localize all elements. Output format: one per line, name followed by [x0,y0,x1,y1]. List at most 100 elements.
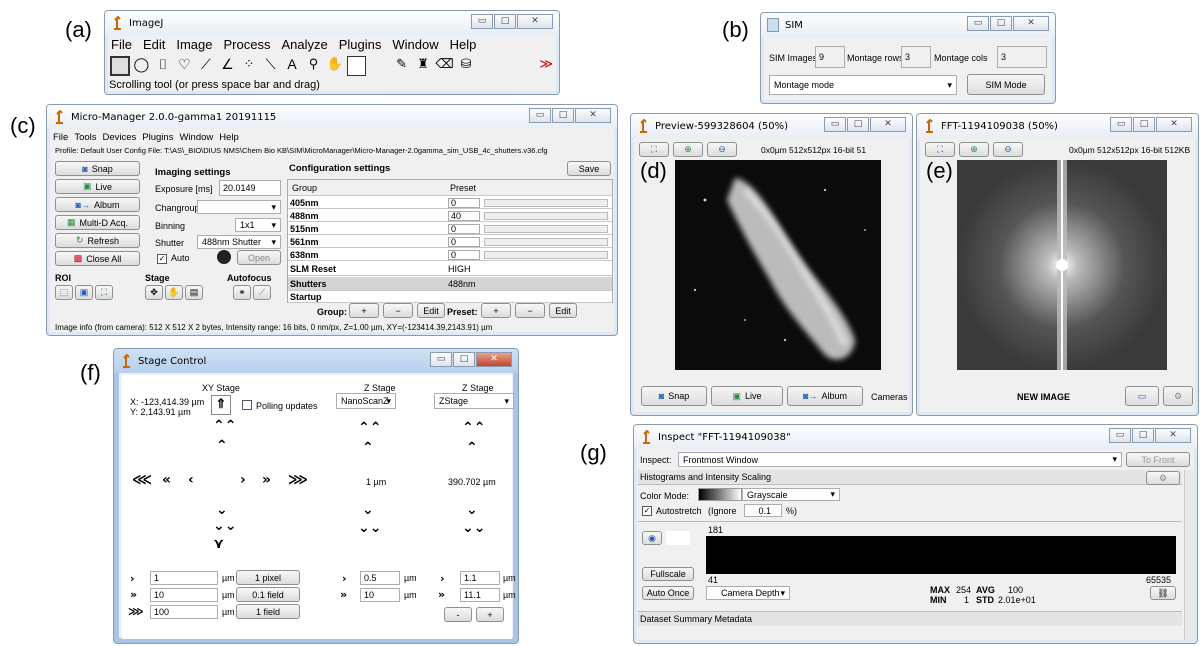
row-slider[interactable] [484,199,608,207]
z1-down-small-button[interactable]: ⌄ [362,503,374,517]
mode-select[interactable]: Montage mode [769,75,957,95]
sim-mode-button[interactable]: SIM Mode [967,74,1045,95]
move-right-small-button[interactable]: › [240,473,246,487]
z2-device-select[interactable]: ZStage [434,393,514,409]
table-row[interactable]: Startup [288,291,612,303]
text-tool-icon[interactable]: A [282,56,302,76]
table-row[interactable]: Shutters 488nm [288,277,612,291]
maximize-button[interactable]: □ [552,108,574,123]
roi-set-button[interactable]: ⬚ [55,285,73,300]
rectangle-tool-icon[interactable] [110,56,130,76]
table-row[interactable]: 515nm 0 [288,223,612,235]
close-all-button[interactable]: ▩ Close All [55,251,140,266]
move-left-large-button[interactable]: ⋘ [132,473,152,487]
color-picker-icon[interactable] [346,56,367,76]
move-right-large-button[interactable]: ⋙ [288,473,308,487]
wand-tool-icon[interactable]: ⟍ [261,56,281,76]
menu-help[interactable]: Help [450,37,477,52]
maximize-button[interactable]: □ [990,16,1012,31]
histogram-max-marker[interactable]: 181 [708,525,723,535]
menu-edit[interactable]: Edit [143,37,165,52]
menu-analyze[interactable]: Analyze [281,37,327,52]
histogram-section-header[interactable]: Histograms and Intensity Scaling [638,470,1182,485]
snap-button[interactable]: ◙ Snap [641,386,707,406]
move-up-large-button[interactable]: ⇑ [211,395,231,415]
group-edit-button[interactable]: Edit [417,303,445,318]
autofocus-button[interactable]: ⚭ [233,285,251,300]
point-tool-icon[interactable]: ⁘ [239,56,259,76]
settings-button[interactable]: ⚙ [1163,386,1193,406]
close-button[interactable]: ✕ [1013,16,1049,31]
z1-step-small-field[interactable]: 0.5 [360,571,400,585]
hand-tool-icon[interactable]: ✋ [325,56,345,76]
camera-depth-select[interactable]: Camera Depth [706,586,790,600]
table-row[interactable]: 405nm 0 [288,197,612,209]
exposure-field[interactable]: 20.0149 [219,180,281,196]
line-tool-icon[interactable]: ⟋ [196,56,216,76]
zoom-out-button[interactable]: ⊖ [707,142,737,157]
close-button[interactable]: ✕ [1155,428,1191,443]
zoom-out-button[interactable]: ⊖ [993,142,1023,157]
roi-clear-button[interactable]: ⛶ [95,285,113,300]
z1-down-large-button[interactable]: ⌄⌄ [358,521,381,535]
move-up-small-button[interactable]: ⌃ [216,439,228,453]
row-value[interactable]: 0 [448,249,480,260]
row-value[interactable]: 0 [448,223,480,234]
live-button[interactable]: ▣ Live [711,386,783,406]
row-slider[interactable] [484,225,608,233]
preset-remove-button[interactable]: − [515,303,545,318]
z2-step-small-field[interactable]: 1.1 [460,571,500,585]
menu-help[interactable]: Help [219,132,239,143]
metadata-section-header[interactable]: Dataset Summary Metadata [638,611,1182,626]
menu-image[interactable]: Image [176,37,212,52]
zoom-in-button[interactable]: ⊕ [673,142,703,157]
histogram-min-marker[interactable]: 41 [708,575,718,585]
maximize-button[interactable]: □ [453,352,475,367]
save-button[interactable]: Save [567,161,611,176]
table-row[interactable]: SLM Reset HIGH [288,262,612,276]
close-button[interactable]: ✕ [476,352,512,367]
z1-step-large-field[interactable]: 10 [360,588,400,602]
scrollbar[interactable] [1184,470,1194,640]
menu-plugins[interactable]: Plugins [339,37,382,52]
group-add-button[interactable]: + [349,303,379,318]
polling-checkbox[interactable] [242,400,252,410]
close-button[interactable]: ✕ [517,14,553,29]
live-button[interactable]: ▣ Live [55,179,140,194]
auto-shutter-checkbox[interactable]: ✓ [157,254,167,264]
fullscale-button[interactable]: Fullscale [642,567,694,581]
preview-image[interactable] [675,160,881,370]
brush-icon[interactable]: ♜ [413,56,433,76]
z2-up-large-button[interactable]: ⌃⌃ [462,421,485,435]
oval-tool-icon[interactable]: ◯ [132,56,152,76]
stage-list-button[interactable]: ▤ [185,285,203,300]
preset-edit-button[interactable]: Edit [549,303,577,318]
refresh-button[interactable]: ↻ Refresh [55,233,140,248]
menu-process[interactable]: Process [224,37,271,52]
z2-plus-button[interactable]: + [476,607,504,622]
album-button[interactable]: ◙→ Album [55,197,140,212]
move-down-medium-button[interactable]: ⌄⌄ [213,519,236,533]
menu-window[interactable]: Window [392,37,438,52]
xy-step-medium-field[interactable]: 10 [150,588,218,602]
row-slider[interactable] [484,251,608,259]
menu-devices[interactable]: Devices [103,132,137,143]
histogram-settings-button[interactable]: ⚙ [1146,471,1180,485]
z2-up-small-button[interactable]: ⌃ [466,441,478,455]
xy-step-small-field[interactable]: 1 [150,571,218,585]
move-up-medium-button[interactable]: ⌃⌃ [213,419,236,433]
move-right-medium-button[interactable]: » [262,473,271,487]
histogram-plot[interactable] [706,536,1176,574]
autostretch-checkbox[interactable]: ✓ [642,506,652,516]
preset-add-button[interactable]: + [481,303,511,318]
zoom-in-button[interactable]: ⊕ [959,142,989,157]
maximize-button[interactable]: □ [1132,428,1154,443]
menu-file[interactable]: File [53,132,68,143]
montage-rows-field[interactable]: 3 [901,46,931,68]
fullscreen-button[interactable]: ⛶ [925,142,955,157]
xy-step-small-button[interactable]: 1 pixel [236,570,300,585]
angle-tool-icon[interactable]: ∠ [218,56,238,76]
to-front-button[interactable]: To Front [1126,452,1190,467]
fft-image[interactable] [957,160,1167,370]
row-value[interactable]: 0 [448,236,480,247]
